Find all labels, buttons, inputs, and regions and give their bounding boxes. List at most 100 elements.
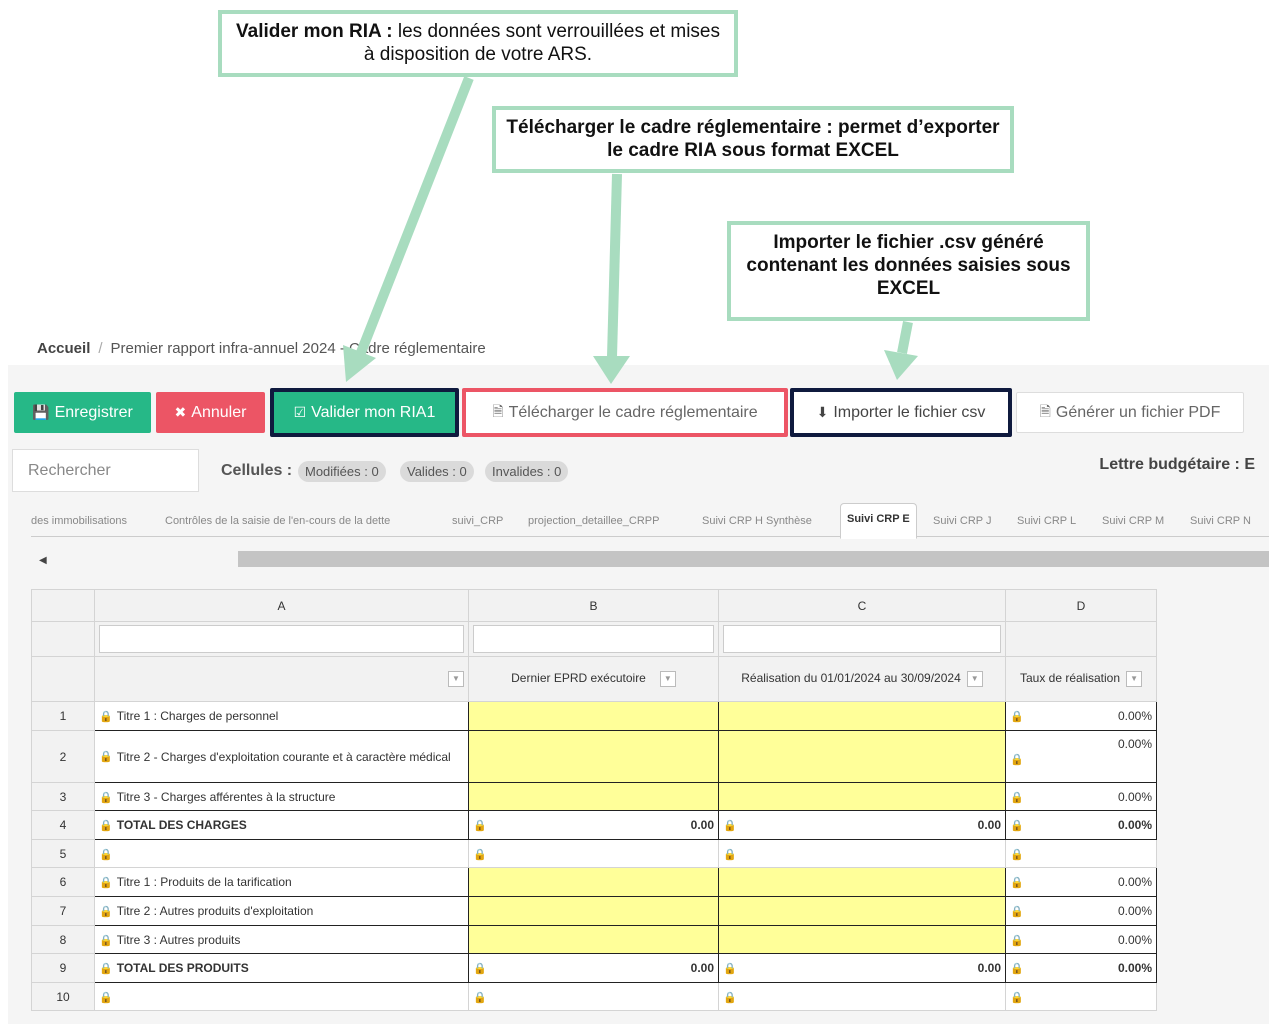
table-row: 6 🔒 Titre 1 : Produits de la tarification… [31,867,1157,897]
horizontal-scrollbar[interactable] [238,551,1269,567]
eprd-cell[interactable] [468,701,719,731]
sheet-tabs: des immobilisations Contrôles de la sais… [31,503,1269,539]
row-number: 1 [31,701,95,731]
dropdown-icon[interactable]: ▼ [659,671,676,687]
header-d-label: Taux de réalisation [1019,671,1121,686]
realisation-cell[interactable] [718,925,1006,954]
realisation-value: 0.00 [977,818,1001,832]
save-label: Enregistrer [54,403,133,421]
cancel-button[interactable]: ✖ Annuler [156,392,265,433]
eprd-cell: 🔒 0.00 [468,953,719,983]
breadcrumb-home[interactable]: Accueil [37,340,90,357]
column-header-d[interactable]: D [1005,589,1157,622]
realisation-cell[interactable] [718,701,1006,731]
lock-icon: 🔒 [99,711,113,723]
eprd-cell[interactable] [468,867,719,897]
import-label: Importer le fichier csv [833,403,986,421]
spreadsheet-grid: A B C D ▼ Dernier EPRD exécutoire ▼ Réali… [31,589,1157,1011]
taux-value: 0.00% [1117,932,1152,947]
table-row: 1 🔒 Titre 1 : Charges de personnel 🔒 0.00% [31,701,1157,731]
lock-icon: 🔒 [99,963,113,975]
tab-controles-dette[interactable]: Contrôles de la saisie de l'en-cours de … [165,515,390,527]
tab-suivi-crp-h[interactable]: Suivi CRP H Synthèse [702,515,812,527]
validate-ria-button[interactable]: ☑ Valider mon RIA1 [270,388,459,437]
header-a: ▼ [94,656,469,702]
taux-value: 0.00% [1117,709,1152,723]
callout-importer: Importer le fichier .csv généré contenan… [727,221,1090,321]
header-c-label: Réalisation du 01/01/2024 au 30/09/2024 [741,671,961,686]
table-row: 2 🔒 Titre 2 - Charges d'exploitation cour… [31,730,1157,783]
row-label: TOTAL DES PRODUITS [116,961,249,975]
tab-suivi-crp-n[interactable]: Suivi CRP N [1190,515,1251,527]
label-cell: 🔒 [94,982,469,1011]
lock-icon: 🔒 [723,963,737,975]
download-icon: ⬇ [816,404,829,420]
scroll-left-icon[interactable]: ◀ [39,555,47,566]
lock-icon: 🔒 [99,906,113,918]
column-header-b[interactable]: B [468,589,719,622]
realisation-value: 0.00 [977,961,1001,975]
lock-icon: 🔒 [1010,711,1024,723]
callout-valider-text: les données sont verrouillées et mises à… [363,21,720,65]
label-cell: 🔒 Titre 2 : Autres produits d'exploitatio… [94,896,469,926]
row-label: Titre 2 - Charges d'exploitation courant… [116,749,451,764]
eprd-cell[interactable] [468,730,719,783]
taux-value: 0.00% [1117,875,1152,889]
filter-input-a[interactable] [99,625,464,653]
lock-icon: 🔒 [1010,820,1024,832]
generate-pdf-button[interactable]: 🗎 Générer un fichier PDF [1016,392,1244,433]
column-header-a[interactable]: A [94,589,469,622]
lock-icon: 🔒 [99,820,113,832]
dropdown-icon[interactable]: ▼ [1126,671,1143,687]
row-label: Titre 3 - Charges afférentes à la struct… [116,789,336,804]
taux-value: 0.00% [1117,818,1152,832]
lock-icon: 🔒 [1010,991,1024,1004]
search-input[interactable]: Rechercher [12,449,199,492]
tab-immobilisations[interactable]: des immobilisations [31,515,127,527]
filter-row [31,621,1157,657]
tab-suivi-crp-e[interactable]: Suivi CRP E [840,503,917,539]
lock-icon: 🔒 [1010,791,1024,804]
import-csv-button[interactable]: ⬇ Importer le fichier csv [790,388,1012,437]
taux-cell: 🔒 0.00% [1005,925,1157,954]
header-b-label: Dernier EPRD exécutoire [511,671,646,686]
callout-valider: Valider mon RIA : les données sont verro… [218,10,738,77]
eprd-cell[interactable] [468,896,719,926]
lock-icon: 🔒 [473,991,487,1004]
row-number: 4 [31,810,95,840]
row-number: 2 [31,730,95,783]
realisation-cell[interactable] [718,730,1006,783]
column-header-c[interactable]: C [718,589,1006,622]
tab-suivi-crp[interactable]: suivi_CRP [452,515,503,527]
row-number: 5 [31,839,95,868]
dropdown-icon[interactable]: ▼ [966,671,983,687]
pdf-file-icon: 🗎 [1039,402,1051,419]
eprd-cell: 🔒 [468,982,719,1011]
taux-value: 0.00% [1117,961,1152,975]
realisation-cell[interactable] [718,867,1006,897]
filter-cell-a [94,621,469,657]
download-template-button[interactable]: 🗎 Télécharger le cadre réglementaire [462,388,788,437]
tab-suivi-crp-m[interactable]: Suivi CRP M [1102,515,1164,527]
tab-suivi-crp-j[interactable]: Suivi CRP J [933,515,991,527]
tab-projection-crpp[interactable]: projection_detaillee_CRPP [528,515,659,527]
tab-suivi-crp-l[interactable]: Suivi CRP L [1017,515,1076,527]
floppy-icon: 💾 [32,404,50,420]
valid-count-badge: Valides : 0 [400,461,474,482]
filter-input-b[interactable] [473,625,714,653]
label-cell: 🔒 TOTAL DES CHARGES [94,810,469,840]
table-row: 5 🔒 🔒 🔒 🔒 [31,839,1157,868]
header-b: Dernier EPRD exécutoire ▼ [468,656,719,702]
eprd-cell[interactable] [468,925,719,954]
lock-icon: 🔒 [1010,877,1024,889]
taux-cell: 🔒 0.00% [1005,953,1157,983]
row-number: 10 [31,982,95,1011]
save-button[interactable]: 💾 Enregistrer [14,392,151,433]
realisation-cell: 🔒 0.00 [718,810,1006,840]
lock-icon: 🔒 [99,877,113,889]
filter-input-c[interactable] [723,625,1001,653]
realisation-cell[interactable] [718,782,1006,811]
dropdown-icon[interactable]: ▼ [448,671,464,687]
realisation-cell[interactable] [718,896,1006,926]
eprd-cell[interactable] [468,782,719,811]
